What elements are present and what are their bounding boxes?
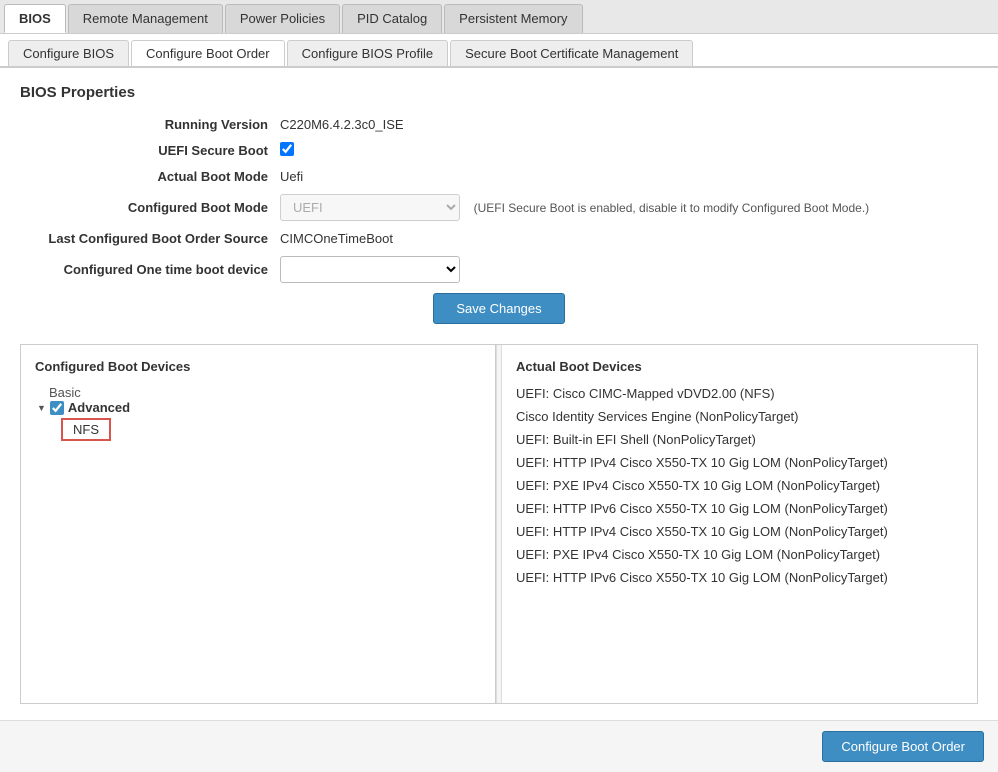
tree-advanced-label: Advanced bbox=[68, 400, 130, 415]
last-configured-value: CIMCOneTimeBoot bbox=[280, 231, 978, 246]
uefi-secure-boot-value bbox=[280, 142, 978, 159]
last-configured-row: Last Configured Boot Order Source CIMCOn… bbox=[20, 231, 978, 246]
uefi-secure-boot-label: UEFI Secure Boot bbox=[20, 143, 280, 158]
tab-power-policies[interactable]: Power Policies bbox=[225, 4, 340, 33]
list-item: UEFI: HTTP IPv6 Cisco X550-TX 10 Gig LOM… bbox=[502, 497, 977, 520]
advanced-collapse-icon[interactable]: ▼ bbox=[37, 403, 46, 413]
list-item: UEFI: Cisco CIMC-Mapped vDVD2.00 (NFS) bbox=[502, 382, 977, 405]
tree-advanced-row: ▼ Advanced bbox=[21, 400, 495, 415]
advanced-checkbox[interactable] bbox=[50, 401, 64, 415]
one-time-boot-label: Configured One time boot device bbox=[20, 262, 280, 277]
configured-boot-mode-label: Configured Boot Mode bbox=[20, 200, 280, 215]
sub-tabs-bar: Configure BIOS Configure Boot Order Conf… bbox=[0, 34, 998, 68]
list-item: UEFI: Built-in EFI Shell (NonPolicyTarge… bbox=[502, 428, 977, 451]
subtab-configure-bios[interactable]: Configure BIOS bbox=[8, 40, 129, 66]
nfs-item-container: NFS bbox=[61, 418, 495, 441]
actual-boot-devices-panel: Actual Boot Devices UEFI: Cisco CIMC-Map… bbox=[502, 345, 977, 703]
tree-root: Basic ▼ Advanced NFS bbox=[21, 382, 495, 444]
configured-boot-mode-select[interactable]: UEFI bbox=[280, 194, 460, 221]
configure-boot-order-button[interactable]: Configure Boot Order bbox=[822, 731, 984, 762]
save-changes-button[interactable]: Save Changes bbox=[433, 293, 564, 324]
subtab-configure-boot-order[interactable]: Configure Boot Order bbox=[131, 40, 285, 66]
list-item: UEFI: PXE IPv4 Cisco X550-TX 10 Gig LOM … bbox=[502, 474, 977, 497]
list-item: UEFI: HTTP IPv6 Cisco X550-TX 10 Gig LOM… bbox=[502, 566, 977, 589]
bottom-action-bar: Configure Boot Order bbox=[0, 720, 998, 772]
tab-remote-management[interactable]: Remote Management bbox=[68, 4, 223, 33]
list-item: UEFI: HTTP IPv4 Cisco X550-TX 10 Gig LOM… bbox=[502, 451, 977, 474]
last-configured-label: Last Configured Boot Order Source bbox=[20, 231, 280, 246]
list-item: UEFI: PXE IPv4 Cisco X550-TX 10 Gig LOM … bbox=[502, 543, 977, 566]
page-title: BIOS Properties bbox=[20, 84, 978, 101]
configured-boot-mode-field: UEFI (UEFI Secure Boot is enabled, disab… bbox=[280, 194, 978, 221]
configured-boot-mode-row: Configured Boot Mode UEFI (UEFI Secure B… bbox=[20, 194, 978, 221]
actual-boot-mode-row: Actual Boot Mode Uefi bbox=[20, 169, 978, 184]
actual-boot-mode-value: Uefi bbox=[280, 169, 978, 184]
running-version-row: Running Version C220M6.4.2.3c0_ISE bbox=[20, 117, 978, 132]
uefi-secure-boot-row: UEFI Secure Boot bbox=[20, 142, 978, 159]
list-item: Cisco Identity Services Engine (NonPolic… bbox=[502, 405, 977, 428]
running-version-label: Running Version bbox=[20, 117, 280, 132]
configured-boot-devices-header: Configured Boot Devices bbox=[21, 355, 495, 382]
actual-boot-devices-header: Actual Boot Devices bbox=[502, 355, 977, 382]
tab-pid-catalog[interactable]: PID Catalog bbox=[342, 4, 442, 33]
boot-panels-container: Configured Boot Devices Basic ▼ Advanced… bbox=[20, 344, 978, 704]
one-time-boot-field bbox=[280, 256, 978, 283]
nfs-item[interactable]: NFS bbox=[61, 418, 111, 441]
tree-basic-item: Basic bbox=[21, 385, 495, 400]
uefi-secure-boot-checkbox[interactable] bbox=[280, 142, 294, 156]
list-item: UEFI: HTTP IPv4 Cisco X550-TX 10 Gig LOM… bbox=[502, 520, 977, 543]
tab-bios[interactable]: BIOS bbox=[4, 4, 66, 33]
configured-boot-mode-hint: (UEFI Secure Boot is enabled, disable it… bbox=[474, 201, 870, 215]
one-time-boot-row: Configured One time boot device bbox=[20, 256, 978, 283]
actual-boot-mode-label: Actual Boot Mode bbox=[20, 169, 280, 184]
subtab-configure-bios-profile[interactable]: Configure BIOS Profile bbox=[287, 40, 449, 66]
configured-boot-devices-panel: Configured Boot Devices Basic ▼ Advanced… bbox=[21, 345, 496, 703]
running-version-value: C220M6.4.2.3c0_ISE bbox=[280, 117, 978, 132]
main-content: BIOS Properties Running Version C220M6.4… bbox=[0, 68, 998, 720]
subtab-secure-boot-cert[interactable]: Secure Boot Certificate Management bbox=[450, 40, 693, 66]
one-time-boot-select[interactable] bbox=[280, 256, 460, 283]
top-tabs-bar: BIOS Remote Management Power Policies PI… bbox=[0, 0, 998, 34]
tab-persistent-memory[interactable]: Persistent Memory bbox=[444, 4, 582, 33]
